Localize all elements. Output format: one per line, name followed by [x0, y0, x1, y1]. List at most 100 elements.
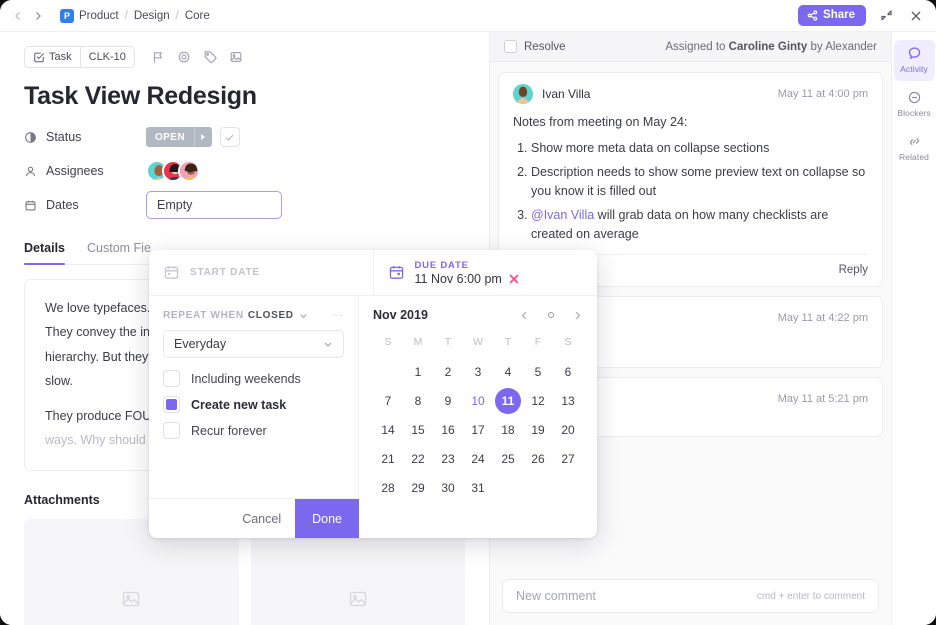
ellipsis-icon[interactable]: ⋯ — [333, 310, 345, 321]
target-icon[interactable] — [173, 46, 195, 68]
comment-author[interactable]: Ivan Villa — [542, 87, 590, 101]
date-picker-popup[interactable]: START DATE DUE DATE 11 Nov 6:00 pm REPEA… — [149, 250, 597, 538]
calendar-day-27[interactable]: 27 — [553, 444, 583, 473]
calendar-next-button[interactable] — [572, 310, 583, 321]
calendar-grid[interactable]: S M T W T F S 1 2 3 4 5 6 7 8 9 10 11 12 13 14 15 16 17 18 19 20 21… — [373, 332, 583, 502]
calendar-day-11[interactable]: 11 — [493, 386, 523, 415]
back-button[interactable] — [8, 6, 28, 26]
task-chip-row: Task CLK-10 — [24, 46, 465, 68]
rail-item-blockers[interactable]: Blockers — [894, 84, 935, 125]
resolve-checkbox[interactable] — [504, 40, 517, 53]
calendar-day-12[interactable]: 12 — [523, 386, 553, 415]
mark-complete-button[interactable] — [219, 127, 240, 147]
tab-custom-fields[interactable]: Custom Fie — [87, 241, 151, 264]
top-bar: P Product / Design / Core Share — [0, 0, 936, 32]
calendar-day-2[interactable]: 2 — [433, 357, 463, 386]
calendar-day-26[interactable]: 26 — [523, 444, 553, 473]
due-date-section[interactable]: DUE DATE 11 Nov 6:00 pm — [372, 250, 598, 295]
resolve-control[interactable]: Resolve — [504, 40, 566, 53]
calendar-day-19[interactable]: 19 — [523, 415, 553, 444]
breadcrumb-item-core[interactable]: Core — [185, 10, 210, 22]
option-including-weekends[interactable]: Including weekends — [163, 370, 344, 387]
chevron-down-icon — [323, 339, 333, 349]
assigned-by-name[interactable]: Alexander — [825, 41, 877, 53]
tag-icon[interactable] — [199, 46, 221, 68]
calendar-day-7[interactable]: 7 — [373, 386, 403, 415]
image-icon[interactable] — [225, 46, 247, 68]
calendar-day-10[interactable]: 10 — [463, 386, 493, 415]
assignee-avatars[interactable] — [146, 160, 200, 182]
calendar-day-label: 27 — [561, 451, 575, 466]
minimize-button[interactable] — [876, 6, 896, 26]
calendar-day-29[interactable]: 29 — [403, 473, 433, 502]
calendar-day-1[interactable]: 1 — [403, 357, 433, 386]
status-badge-arrow[interactable] — [193, 127, 212, 147]
calendar-day-30[interactable]: 30 — [433, 473, 463, 502]
checkbox[interactable] — [163, 422, 180, 439]
start-date-section[interactable]: START DATE — [149, 250, 373, 295]
calendar-day-3[interactable]: 3 — [463, 357, 493, 386]
calendar-day-28[interactable]: 28 — [373, 473, 403, 502]
calendar-dow-2: T — [444, 336, 452, 348]
close-button[interactable] — [906, 6, 926, 26]
calendar-prev-button[interactable] — [519, 310, 530, 321]
clear-due-date-button[interactable] — [509, 274, 519, 284]
calendar-day-20[interactable]: 20 — [553, 415, 583, 444]
checkbox[interactable] — [163, 370, 180, 387]
avatar[interactable] — [178, 160, 200, 182]
calendar-day-6[interactable]: 6 — [553, 357, 583, 386]
chevron-left-icon — [521, 311, 527, 319]
status-badge[interactable]: OPEN — [146, 127, 212, 147]
repeat-header[interactable]: REPEAT WHEN CLOSED ⋯ — [163, 310, 344, 321]
calendar-day-8[interactable]: 8 — [403, 386, 433, 415]
calendar-day-21[interactable]: 21 — [373, 444, 403, 473]
calendar-day-22[interactable]: 22 — [403, 444, 433, 473]
cancel-button[interactable]: Cancel — [228, 499, 295, 538]
user-mention[interactable]: @Ivan Villa — [531, 208, 594, 222]
workspace-logo[interactable]: P — [60, 8, 74, 23]
task-id-chip[interactable]: CLK-10 — [79, 47, 134, 67]
tab-details[interactable]: Details — [24, 241, 65, 265]
rail-item-activity[interactable]: Activity — [893, 40, 935, 81]
breadcrumb-item-product[interactable]: Product — [79, 10, 119, 22]
assigned-to-name[interactable]: Caroline Ginty — [729, 41, 808, 53]
rail-item-related[interactable]: Related — [894, 128, 935, 169]
checkbox[interactable] — [163, 396, 180, 413]
calendar-day-label: 14 — [381, 422, 395, 437]
breadcrumb-item-design[interactable]: Design — [134, 10, 170, 22]
new-comment-input[interactable]: New comment cmd + enter to comment — [502, 579, 879, 613]
comment-shortcut-hint: cmd + enter to comment — [756, 590, 865, 602]
calendar-today-button[interactable] — [548, 312, 554, 318]
flag-icon[interactable] — [147, 46, 169, 68]
image-placeholder-icon — [349, 592, 366, 607]
calendar-day-13[interactable]: 13 — [553, 386, 583, 415]
share-button[interactable]: Share — [798, 5, 866, 26]
calendar-day-5[interactable]: 5 — [523, 357, 553, 386]
task-type-chip[interactable]: Task — [25, 47, 80, 67]
chevron-down-icon[interactable] — [299, 311, 308, 320]
avatar[interactable] — [513, 84, 533, 104]
calendar-day-18[interactable]: 18 — [493, 415, 523, 444]
calendar-day-4[interactable]: 4 — [493, 357, 523, 386]
done-button[interactable]: Done — [295, 499, 359, 538]
option-recur-forever[interactable]: Recur forever — [163, 422, 344, 439]
calendar-day-17[interactable]: 17 — [463, 415, 493, 444]
calendar-day-25[interactable]: 25 — [493, 444, 523, 473]
calendar-day-9[interactable]: 9 — [433, 386, 463, 415]
blocker-minus-icon — [908, 91, 920, 104]
calendar-day-31[interactable]: 31 — [463, 473, 493, 502]
dates-input[interactable]: Empty — [146, 191, 282, 219]
calendar-day-24[interactable]: 24 — [463, 444, 493, 473]
option-create-new-task[interactable]: Create new task — [163, 396, 344, 413]
blocker-minus-icon — [907, 90, 922, 105]
calendar-day-label: 7 — [384, 393, 392, 408]
calendar-day-16[interactable]: 16 — [433, 415, 463, 444]
calendar-day-23[interactable]: 23 — [433, 444, 463, 473]
forward-button[interactable] — [28, 6, 48, 26]
frequency-select[interactable]: Everyday — [163, 330, 344, 358]
chevron-right-icon — [575, 311, 581, 319]
calendar-day-14[interactable]: 14 — [373, 415, 403, 444]
repeat-mode-value[interactable]: CLOSED — [248, 310, 294, 321]
calendar-day-15[interactable]: 15 — [403, 415, 433, 444]
reply-link[interactable]: Reply — [839, 264, 868, 276]
